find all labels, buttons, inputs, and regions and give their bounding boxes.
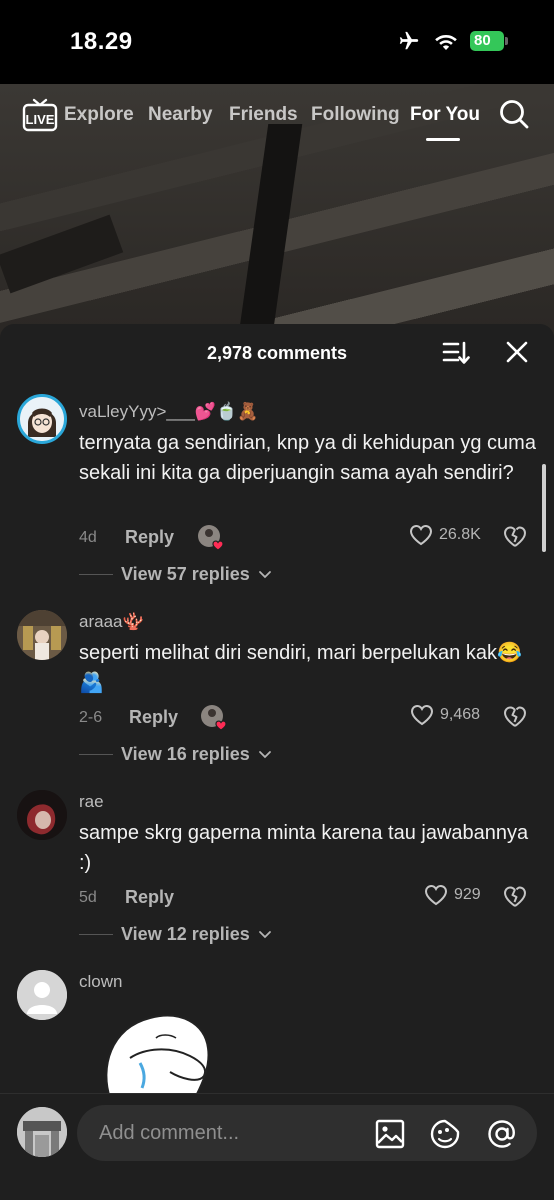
avatar[interactable] <box>17 970 67 1020</box>
comment-item: clown <box>0 968 554 1098</box>
comment-item: araaa🪸 seperti melihat diri sendiri, mar… <box>0 608 554 778</box>
active-tab-indicator <box>426 138 460 141</box>
live-icon[interactable]: LIVE <box>22 98 58 132</box>
tab-following[interactable]: Following <box>311 104 400 126</box>
sort-icon[interactable] <box>442 340 470 366</box>
svg-text:LIVE: LIVE <box>26 112 55 127</box>
search-icon[interactable] <box>498 98 530 130</box>
comment-meta: 2-6 Reply 9,468 <box>79 704 539 734</box>
chevron-down-icon <box>258 930 271 938</box>
view-replies-button[interactable]: View 12 replies <box>79 924 272 945</box>
chevron-down-icon <box>258 750 271 758</box>
comment-count: 2,978 comments <box>206 343 348 363</box>
comment-username[interactable]: araaa🪸 <box>79 612 144 632</box>
heart-icon <box>409 524 433 546</box>
tab-for-you[interactable]: For You <box>410 104 480 126</box>
comment-input[interactable] <box>99 1115 359 1151</box>
comment-text: ternyata ga sendirian, knp ya di kehidup… <box>79 432 536 484</box>
dislike-icon[interactable] <box>503 704 527 730</box>
avatar[interactable] <box>17 790 67 840</box>
comment-username[interactable]: clown <box>79 972 122 992</box>
view-replies-button[interactable]: View 16 replies <box>79 744 272 765</box>
dislike-icon[interactable] <box>503 884 527 910</box>
like-count: 929 <box>454 886 481 903</box>
like-button[interactable]: 9,468 <box>410 704 480 726</box>
battery-level: 80 <box>470 31 504 51</box>
sticker-icon[interactable] <box>429 1118 461 1150</box>
comment-input-container <box>77 1105 537 1161</box>
like-button[interactable]: 929 <box>424 884 481 906</box>
tab-nearby[interactable]: Nearby <box>148 104 212 126</box>
like-button[interactable]: 26.8K <box>409 524 481 546</box>
comment-text: seperti melihat diri sendiri, mari berpe… <box>79 642 522 694</box>
comment-date: 5d <box>79 889 97 906</box>
comments-sheet: 2,978 comments vaLleyYyy>___💕🍵🧸 ternyata… <box>0 324 554 1200</box>
view-replies-button[interactable]: View 57 replies <box>79 564 272 585</box>
my-avatar[interactable] <box>17 1107 67 1157</box>
top-navigation: LIVE Explore Nearby Friends Following Fo… <box>0 96 554 146</box>
comment-username[interactable]: rae <box>79 792 104 812</box>
avatar[interactable] <box>17 610 67 660</box>
image-icon[interactable] <box>374 1118 406 1150</box>
close-icon[interactable] <box>505 340 529 364</box>
creator-liked-icon <box>201 705 227 731</box>
comment-username[interactable]: vaLleyYyy>___💕🍵🧸 <box>79 402 258 422</box>
heart-icon <box>410 704 434 726</box>
dislike-icon[interactable] <box>503 524 527 550</box>
mention-icon[interactable] <box>486 1118 518 1150</box>
status-icons: 80 <box>396 30 508 52</box>
comment-meta: 5d Reply 929 <box>79 884 539 914</box>
reply-button[interactable]: Reply <box>125 887 174 908</box>
comment-date: 2-6 <box>79 709 103 726</box>
tab-explore[interactable]: Explore <box>64 104 134 126</box>
comment-input-bar <box>0 1093 554 1200</box>
comment-text: sampe skrg gaperna minta karena tau jawa… <box>79 822 529 874</box>
status-time: 18.29 <box>70 28 133 55</box>
comment-item: rae sampe skrg gaperna minta karena tau … <box>0 788 554 958</box>
comment-meta: 4d Reply 26.8K <box>79 524 539 554</box>
battery-indicator: 80 <box>470 31 508 51</box>
like-count: 26.8K <box>439 526 481 543</box>
avatar[interactable] <box>17 394 67 444</box>
comments-header: 2,978 comments <box>0 324 554 382</box>
heart-icon <box>424 884 448 906</box>
chevron-down-icon <box>258 570 271 578</box>
tab-friends[interactable]: Friends <box>229 104 298 126</box>
airplane-icon <box>399 31 419 50</box>
like-count: 9,468 <box>440 706 481 723</box>
comment-item: vaLleyYyy>___💕🍵🧸 ternyata ga sendirian, … <box>0 394 554 594</box>
meme-sticker-image[interactable] <box>100 1008 218 1098</box>
status-bar: 18.29 80 <box>0 0 554 84</box>
comment-date: 4d <box>79 529 97 546</box>
reply-button[interactable]: Reply <box>129 707 178 728</box>
wifi-icon <box>435 35 457 50</box>
reply-button[interactable]: Reply <box>125 527 174 548</box>
creator-liked-icon <box>198 525 224 551</box>
